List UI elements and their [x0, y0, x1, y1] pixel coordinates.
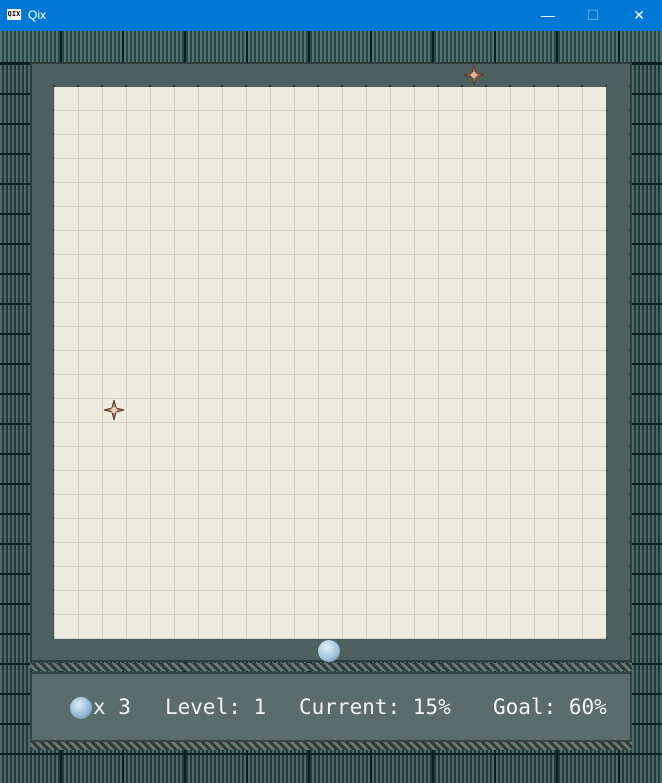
- app-icon: QIX: [7, 9, 21, 20]
- top-wall: [0, 31, 662, 64]
- lives-icon: [70, 697, 92, 719]
- current-progress: Current: 15%: [299, 695, 451, 719]
- sparx-enemy-top: [463, 64, 485, 86]
- player-marker: [318, 640, 340, 662]
- minimize-button[interactable]: —: [525, 0, 571, 31]
- level-label: Level: 1: [165, 695, 267, 719]
- hazard-stripe-top: [30, 663, 632, 671]
- window-title: Qix: [28, 8, 46, 22]
- hud-panel: x 3 Level: 1 Current: 15% Goal: 60%: [30, 672, 632, 742]
- game-window: QIX Qix — ☐ ✕ x 3 Level: 1 Current: 15% …: [0, 0, 662, 783]
- title-bar[interactable]: QIX Qix — ☐ ✕: [0, 0, 662, 31]
- close-button[interactable]: ✕: [616, 0, 662, 31]
- hazard-stripe-bottom: [30, 742, 632, 750]
- playfield[interactable]: [54, 87, 606, 639]
- goal-label: Goal: 60%: [493, 695, 607, 719]
- maximize-button[interactable]: ☐: [570, 0, 616, 31]
- lives-counter: x 3: [93, 695, 131, 719]
- qix-enemy: [103, 399, 125, 421]
